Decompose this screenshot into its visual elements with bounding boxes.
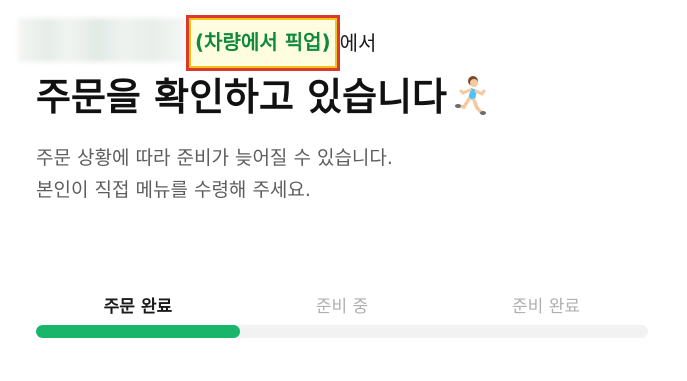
page-title-row: 주문을 확인하고 있습니다 <box>36 66 491 121</box>
progress-fill <box>36 325 240 338</box>
page-title: 주문을 확인하고 있습니다 <box>36 75 448 119</box>
running-person-icon <box>451 72 491 116</box>
step-order-complete: 주문 완료 <box>103 297 173 317</box>
step-ready: 준비 완료 <box>512 297 580 317</box>
progress-track <box>36 325 648 338</box>
step-preparing: 준비 중 <box>315 297 369 317</box>
notice-line-1: 주문 상황에 따라 준비가 늦어질 수 있습니다. <box>36 147 393 169</box>
progress-steps: 주문 완료 준비 중 준비 완료 <box>36 292 648 322</box>
pickup-suffix: 에서 <box>339 31 377 55</box>
order-notice: 주문 상황에 따라 준비가 늦어질 수 있습니다. 본인이 직접 메뉴를 수령해… <box>36 142 393 206</box>
blurred-store-name <box>18 18 186 62</box>
notice-line-2: 본인이 직접 메뉴를 수령해 주세요. <box>36 179 311 201</box>
pickup-method-label: (차량에서 픽업) <box>186 15 340 71</box>
pickup-subtitle: (차량에서 픽업) 에서 <box>186 12 376 74</box>
order-status-page: (차량에서 픽업) 에서 주문을 확인하고 있습니다 주문 상황에 따라 준비가… <box>0 0 687 381</box>
